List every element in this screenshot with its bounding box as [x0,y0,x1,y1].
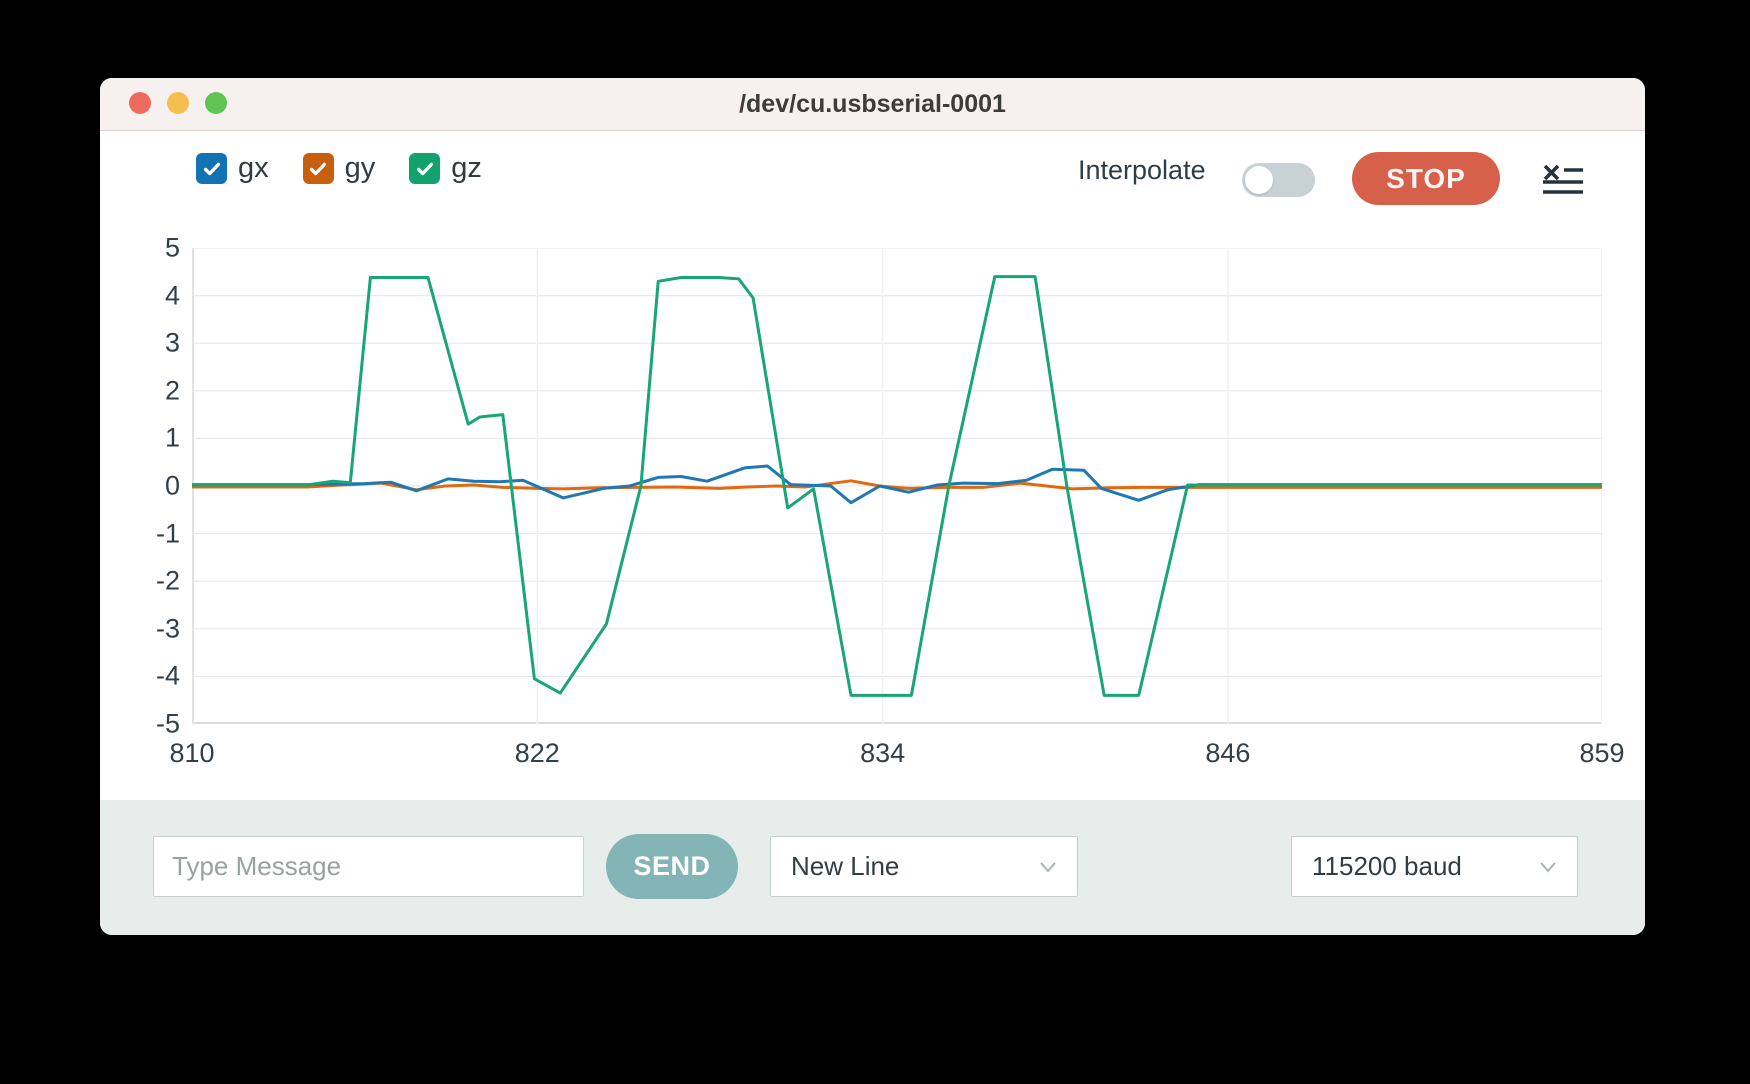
y-axis-tick-label: -2 [118,566,180,597]
series-label: gy [345,153,376,184]
x-axis-tick-label: 810 [169,738,214,769]
message-input[interactable] [153,836,584,897]
y-axis-tick-label: -5 [118,709,180,740]
y-axis-tick-label: 0 [118,471,180,502]
series-toggle-group: gx gy gz [196,153,482,184]
series-checkbox-gy[interactable]: gy [303,153,376,184]
series-label: gx [238,153,269,184]
x-list-icon[interactable] [1543,164,1583,196]
series-checkbox-gz[interactable]: gz [409,153,482,184]
toggle-knob [1245,166,1273,194]
x-axis-tick-label: 822 [515,738,560,769]
y-axis-tick-label: -3 [118,613,180,644]
y-axis-tick-label: 2 [118,375,180,406]
message-bar: SEND New Line 115200 baud [100,800,1645,935]
app-window: /dev/cu.usbserial-0001 gx gy gz Interpolat… [100,78,1645,935]
chevron-down-icon [1039,861,1057,873]
series-checkbox-gx[interactable]: gx [196,153,269,184]
x-axis-tick-label: 846 [1205,738,1250,769]
interpolate-label: Interpolate [1078,155,1206,186]
checkbox-checked-icon [409,153,440,184]
y-axis-tick-label: 5 [118,233,180,264]
y-axis-tick-label: -1 [118,518,180,549]
checkbox-checked-icon [303,153,334,184]
window-title: /dev/cu.usbserial-0001 [100,78,1645,131]
y-axis-tick-label: 3 [118,328,180,359]
title-bar[interactable]: /dev/cu.usbserial-0001 [100,78,1645,131]
checkbox-checked-icon [196,153,227,184]
stop-button[interactable]: STOP [1352,152,1500,205]
line-ending-select[interactable]: New Line [770,836,1078,897]
y-axis-tick-label: 4 [118,280,180,311]
interpolate-toggle[interactable] [1242,163,1315,197]
y-axis-tick-label: 1 [118,423,180,454]
line-ending-value: New Line [791,851,899,882]
line-chart [192,248,1602,724]
baud-rate-select[interactable]: 115200 baud [1291,836,1578,897]
baud-rate-value: 115200 baud [1312,851,1462,882]
series-label: gz [451,153,482,184]
x-axis-tick-label: 859 [1579,738,1624,769]
chevron-down-icon [1539,861,1557,873]
send-button[interactable]: SEND [606,834,738,899]
y-axis-tick-label: -4 [118,661,180,692]
x-axis-tick-label: 834 [860,738,905,769]
